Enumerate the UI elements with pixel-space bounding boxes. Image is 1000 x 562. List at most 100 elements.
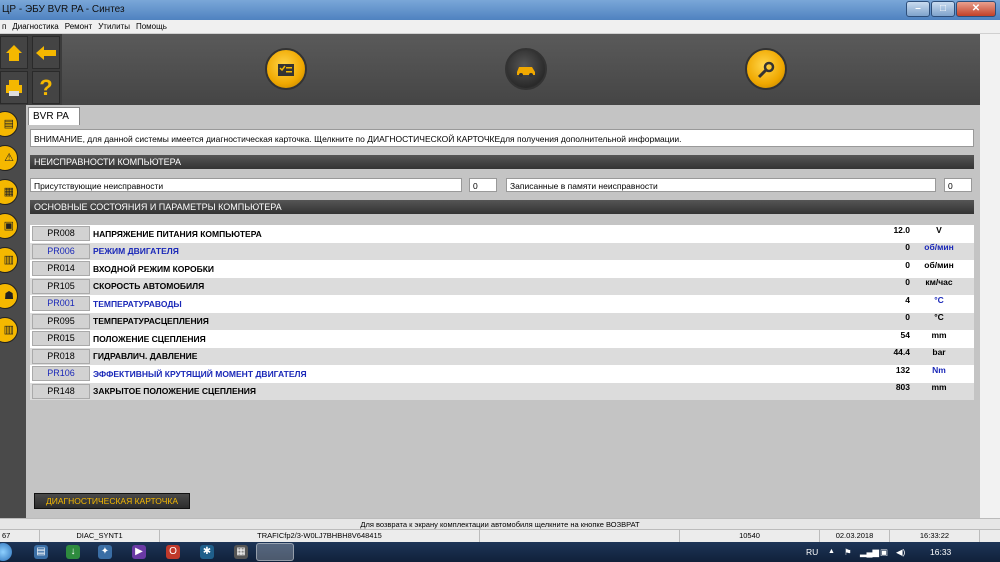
media-player-icon[interactable]: ▶ [132,545,146,559]
param-unit: об/мин [924,259,954,270]
param-name: ЭФФЕКТИВНЫЙ КРУТЯЩИЙ МОМЕНТ ДВИГАТЕЛЯ [93,368,307,379]
param-unit: V [936,224,942,235]
param-unit: км/час [925,277,953,288]
explorer-icon[interactable]: ▤ [34,545,48,559]
app-root: ЦР - ЭБУ BVR PA - Синтез – □ ✕ п Диагнос… [0,0,1000,562]
params-table: PR008 НАПРЯЖЕНИЕ ПИТАНИЯ КОМПЬЮТЕРА 12.0 V P… [30,225,974,400]
taskbar-clock[interactable]: 16:33 [930,542,951,562]
printer-icon[interactable] [0,71,28,104]
param-unit: mm [931,382,947,393]
param-name: РЕЖИМ ДВИГАТЕЛЯ [93,246,179,257]
book-icon[interactable]: ▥ [0,247,18,273]
help-question-icon[interactable]: ? [32,71,60,104]
param-code[interactable]: PR001 [32,296,90,312]
show-hidden-icon[interactable]: ▲ [828,542,835,562]
param-code[interactable]: PR008 [32,226,90,242]
param-unit: °C [934,294,944,305]
taskbar: ▤ ↓ ✦ ▶ O ✱ ▦ RU ▲ ⚑ ▂▄▆ ▣ ◀) 16:33 [0,542,1000,562]
param-value: 44.4 [893,347,910,358]
settings-gear-icon[interactable]: ✱ [200,545,214,559]
toolbar: ? [0,34,980,105]
param-row[interactable]: PR001 ТЕМПЕРАТУРАВОДЫ 4 °C [30,295,974,313]
param-unit: °C [934,312,944,323]
stored-faults-count: 0 [944,178,972,192]
menu-item-diagnostics[interactable]: Диагностика [12,20,58,33]
param-name: ГИДРАВЛИЧ. ДАВЛЕНИЕ [93,351,198,362]
param-row[interactable]: PR105 СКОРОСТЬ АВТОМОБИЛЯ 0 км/час [30,277,974,295]
stored-faults-label: Записанные в памяти неисправности [506,178,936,192]
window-title: ЦР - ЭБУ BVR PA - Синтез [2,4,125,15]
param-code[interactable]: PR006 [32,243,90,259]
param-code[interactable]: PR015 [32,331,90,347]
menu-item-help[interactable]: Помощь [136,20,167,33]
param-row[interactable]: PR018 ГИДРАВЛИЧ. ДАВЛЕНИЕ 44.4 bar [30,347,974,365]
menu-item-file[interactable]: п [2,20,6,33]
param-row[interactable]: PR014 ВХОДНОЙ РЕЖИМ КОРОБКИ 0 об/мин [30,260,974,278]
network-tool-icon[interactable]: ✦ [98,545,112,559]
param-code[interactable]: PR105 [32,278,90,294]
car-diagnostic-icon[interactable] [505,48,547,90]
param-row[interactable]: PR148 ЗАКРЫТОЕ ПОЛОЖЕНИЕ СЦЕПЛЕНИЯ 803 mm [30,382,974,400]
diagnostic-card-notice: ВНИМАНИЕ, для данной системы имеется диа… [30,129,974,147]
network-icon[interactable]: ▂▄▆ [860,542,879,562]
volume-icon[interactable]: ◀) [896,542,905,562]
param-unit: bar [932,347,946,358]
param-value: 0 [905,259,910,270]
barcode-icon[interactable]: ▥ [0,317,18,343]
param-code[interactable]: PR148 [32,383,90,399]
checklist-icon[interactable] [265,48,307,90]
param-unit: Nm [932,364,946,375]
calculator-icon[interactable]: ▦ [234,545,248,559]
close-button[interactable]: ✕ [956,1,996,17]
flag-icon[interactable]: ⚑ [844,542,852,562]
param-code[interactable]: PR095 [32,313,90,329]
window-controls: – □ ✕ [906,1,996,17]
torrent-icon[interactable]: ↓ [66,545,80,559]
home-icon[interactable] [0,36,28,69]
param-value: 54 [900,329,910,340]
active-window-task[interactable] [256,543,294,561]
param-row[interactable]: PR095 ТЕМПЕРАТУРАСЦЕПЛЕНИЯ 0 °C [30,312,974,330]
diagnostic-card-button[interactable]: ДИАГНОСТИЧЕСКАЯ КАРТОЧКА [34,493,190,509]
maximize-button[interactable]: □ [931,1,955,17]
param-code[interactable]: PR106 [32,366,90,382]
toolbar-left-panel: ? [0,34,62,105]
param-value: 803 [895,382,910,393]
param-name: ТЕМПЕРАТУРАВОДЫ [93,298,182,309]
warning-icon[interactable]: ⚠ [0,145,18,171]
status-bar: 67 DIAC_SYNT1 TRAFICfp2/3-W0LJ7BHBH8V648… [0,529,1000,543]
param-value: 4 [905,294,910,305]
language-indicator[interactable]: RU [806,542,818,562]
minimize-button[interactable]: – [906,1,930,17]
notebook-icon[interactable]: ▤ [0,111,18,137]
robot-icon[interactable]: ☗ [0,283,18,309]
param-code[interactable]: PR014 [32,261,90,277]
main-panel: BVR PA ВНИМАНИЕ, для данной системы имее… [26,105,980,518]
wrench-icon[interactable] [745,48,787,90]
tab-bvr-pa[interactable]: BVR PA [28,107,80,125]
back-arrow-icon[interactable] [32,36,60,69]
param-value: 0 [905,312,910,323]
right-gutter [980,34,1000,518]
present-faults-count: 0 [469,178,497,192]
param-unit: mm [931,329,947,340]
present-faults-label: Присутствующие неисправности [30,178,462,192]
param-name: ТЕМПЕРАТУРАСЦЕПЛЕНИЯ [93,316,209,327]
faults-section-header: НЕИСПРАВНОСТИ КОМПЬЮТЕРА [30,155,974,169]
start-button-icon[interactable] [0,543,12,561]
param-row[interactable]: PR008 НАПРЯЖЕНИЕ ПИТАНИЯ КОМПЬЮТЕРА 12.0 V [30,225,974,243]
param-unit: об/мин [924,242,954,253]
param-code[interactable]: PR018 [32,348,90,364]
param-row[interactable]: PR106 ЭФФЕКТИВНЫЙ КРУТЯЩИЙ МОМЕНТ ДВИГАТЕ… [30,365,974,383]
opera-icon[interactable]: O [166,545,180,559]
param-name: ПОЛОЖЕНИЕ СЦЕПЛЕНИЯ [93,333,206,344]
param-row[interactable]: PR015 ПОЛОЖЕНИЕ СЦЕПЛЕНИЯ 54 mm [30,330,974,348]
hint-bar: Для возврата к экрану комплектации автом… [0,518,1000,529]
menu-item-utilities[interactable]: Утилиты [98,20,130,33]
monitor-icon[interactable]: ▣ [880,542,888,562]
clipboard-icon[interactable]: ▣ [0,213,18,239]
menu-item-repair[interactable]: Ремонт [65,20,92,33]
ecu-icon[interactable]: ▦ [0,179,18,205]
param-row[interactable]: PR006 РЕЖИМ ДВИГАТЕЛЯ 0 об/мин [30,242,974,260]
param-name: НАПРЯЖЕНИЕ ПИТАНИЯ КОМПЬЮТЕРА [93,228,262,239]
